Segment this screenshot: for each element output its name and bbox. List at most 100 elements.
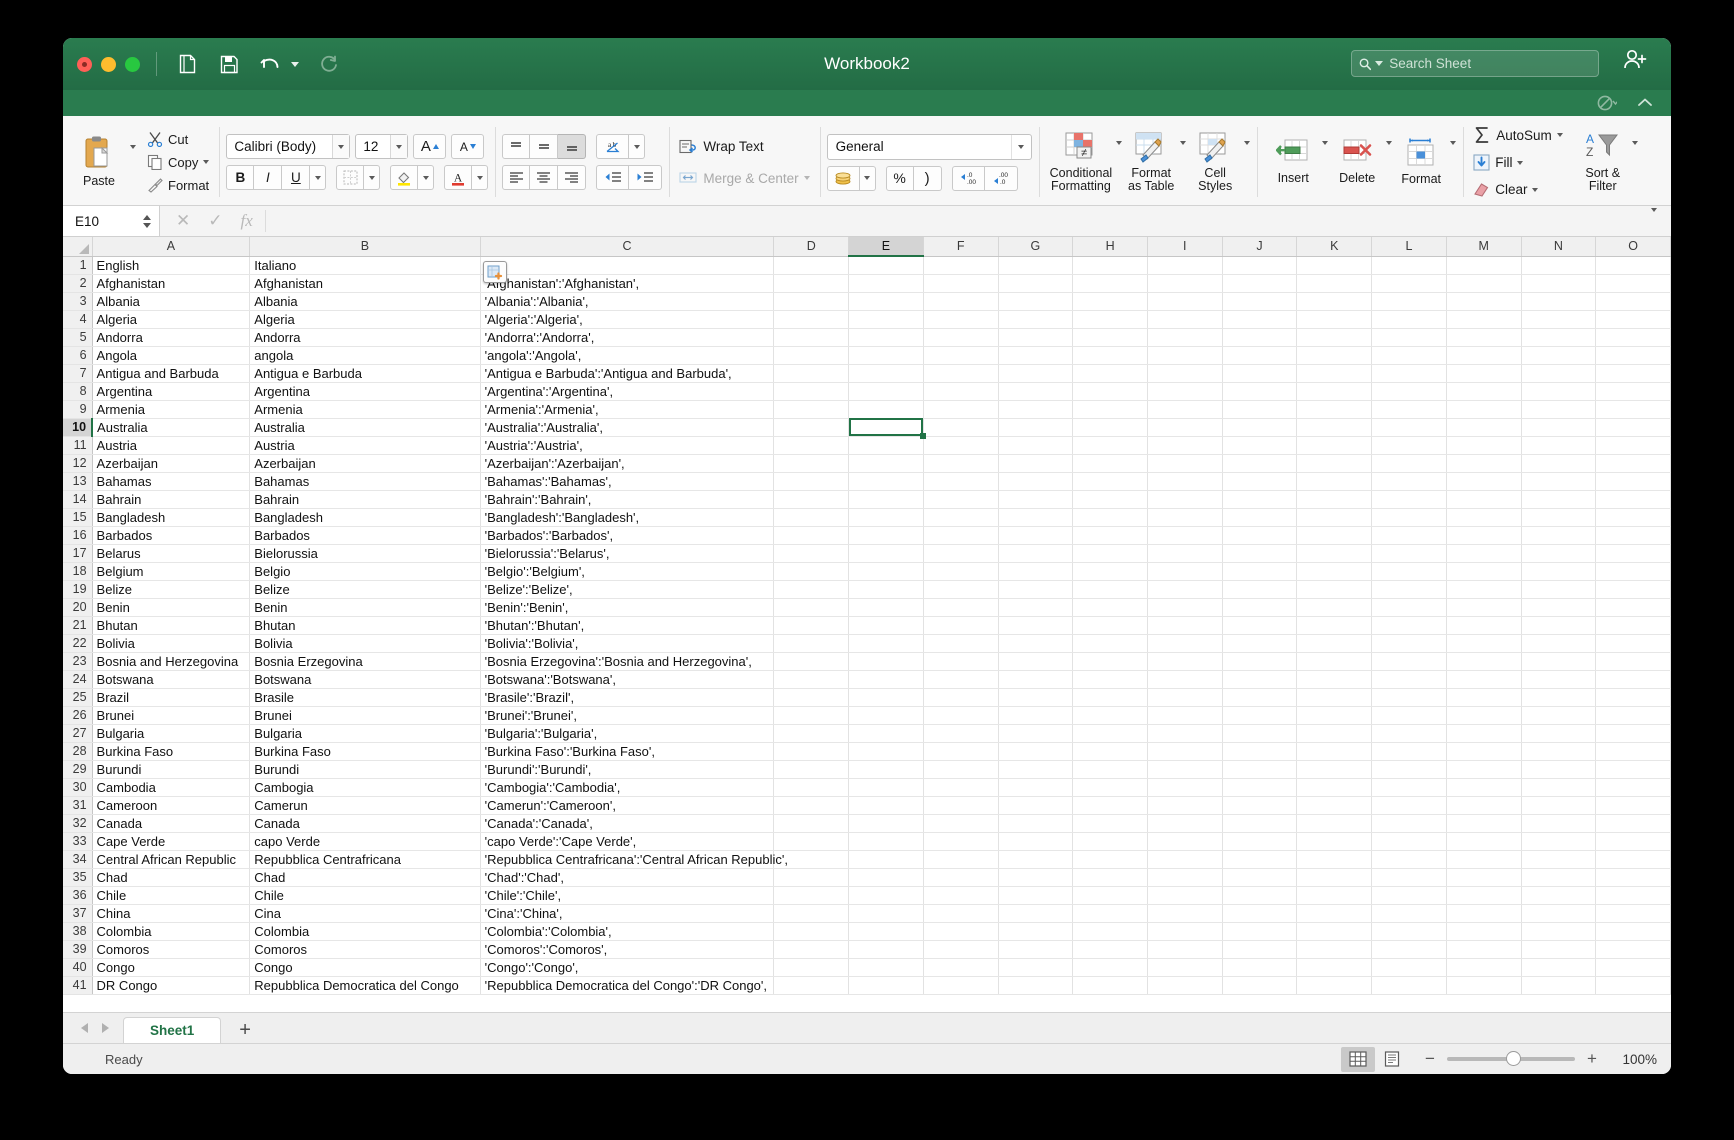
cell-A13[interactable]: Bahamas <box>92 472 251 491</box>
table-row[interactable]: 9 Armenia Armenia 'Armenia':'Armenia', <box>63 400 1671 419</box>
row-header-12[interactable]: 12 <box>63 454 93 473</box>
cell-A6[interactable]: Angola <box>92 346 251 365</box>
cell-M34[interactable] <box>1446 850 1522 869</box>
cell-G35[interactable] <box>998 868 1074 887</box>
cell-G21[interactable] <box>998 616 1074 635</box>
row-header-7[interactable]: 7 <box>63 364 93 383</box>
cell-G40[interactable] <box>998 958 1074 977</box>
column-header-e[interactable]: E <box>848 237 924 257</box>
cell-K8[interactable] <box>1296 382 1373 401</box>
cell-K17[interactable] <box>1296 544 1373 563</box>
table-row[interactable]: 27 Bulgaria Bulgaria 'Bulgaria':'Bulgaria', <box>63 724 1671 743</box>
row-header-19[interactable]: 19 <box>63 580 93 599</box>
table-row[interactable]: 13 Bahamas Bahamas 'Bahamas':'Bahamas', <box>63 472 1671 491</box>
cell-L28[interactable] <box>1371 742 1447 761</box>
cell-G38[interactable] <box>998 922 1074 941</box>
clear-button[interactable]: Clear <box>1470 179 1566 200</box>
cell-H1[interactable] <box>1072 256 1148 275</box>
cell-H28[interactable] <box>1072 742 1148 761</box>
cell-E9[interactable] <box>848 400 924 419</box>
cell-M38[interactable] <box>1446 922 1522 941</box>
table-row[interactable]: 29 Burundi Burundi 'Burundi':'Burundi', <box>63 760 1671 779</box>
cell-N2[interactable] <box>1521 274 1597 293</box>
cell-B23[interactable]: Bosnia Erzegovina <box>249 652 481 671</box>
cell-D11[interactable] <box>773 436 850 455</box>
table-row[interactable]: 33 Cape Verde capo Verde'capo Verde':'Cape… <box>63 832 1671 851</box>
font-color-button[interactable]: A <box>444 165 473 190</box>
cell-K32[interactable] <box>1296 814 1373 833</box>
cell-N8[interactable] <box>1521 382 1597 401</box>
cell-K7[interactable] <box>1296 364 1373 383</box>
cell-D9[interactable] <box>773 400 850 419</box>
cell-O9[interactable] <box>1595 400 1671 419</box>
cell-E26[interactable] <box>848 706 924 725</box>
cell-B27[interactable]: Bulgaria <box>249 724 481 743</box>
cell-M5[interactable] <box>1446 328 1522 347</box>
add-sheet-button[interactable]: + <box>221 1017 269 1043</box>
cell-O26[interactable] <box>1595 706 1671 725</box>
cell-H7[interactable] <box>1072 364 1148 383</box>
cell-H24[interactable] <box>1072 670 1148 689</box>
table-row[interactable]: 26 Brunei Brunei 'Brunei':'Brunei', <box>63 706 1671 725</box>
row-header-32[interactable]: 32 <box>63 814 93 833</box>
table-row[interactable]: 23 Bosnia and Herzegovina Bosnia Erzegovin… <box>63 652 1671 671</box>
cell-N27[interactable] <box>1521 724 1597 743</box>
cell-K15[interactable] <box>1296 508 1373 527</box>
cell-I28[interactable] <box>1147 742 1223 761</box>
cell-I9[interactable] <box>1147 400 1223 419</box>
paste-options-badge[interactable] <box>483 261 507 283</box>
cell-G29[interactable] <box>998 760 1074 779</box>
cell-O32[interactable] <box>1595 814 1671 833</box>
cell-M22[interactable] <box>1446 634 1522 653</box>
cell-L36[interactable] <box>1371 886 1447 905</box>
cell-A15[interactable]: Bangladesh <box>92 508 251 527</box>
cell-D8[interactable] <box>773 382 850 401</box>
cell-L15[interactable] <box>1371 508 1447 527</box>
cell-L26[interactable] <box>1371 706 1447 725</box>
cell-I3[interactable] <box>1147 292 1223 311</box>
row-header-3[interactable]: 3 <box>63 292 93 311</box>
cell-O7[interactable] <box>1595 364 1671 383</box>
cell-G22[interactable] <box>998 634 1074 653</box>
cell-G2[interactable] <box>998 274 1074 293</box>
cell-J30[interactable] <box>1222 778 1298 797</box>
cell-D22[interactable] <box>773 634 850 653</box>
row-header-29[interactable]: 29 <box>63 760 93 779</box>
cell-M30[interactable] <box>1446 778 1522 797</box>
cell-A24[interactable]: Botswana <box>92 670 251 689</box>
cell-F21[interactable] <box>923 616 999 635</box>
cell-I13[interactable] <box>1147 472 1223 491</box>
decrease-font-size-button[interactable]: A <box>451 134 485 159</box>
table-row[interactable]: 24 Botswana Botswana 'Botswana':'Botswana', <box>63 670 1671 689</box>
cell-O37[interactable] <box>1595 904 1671 923</box>
cell-A5[interactable]: Andorra <box>92 328 251 347</box>
cell-M25[interactable] <box>1446 688 1522 707</box>
cell-G19[interactable] <box>998 580 1074 599</box>
cell-N24[interactable] <box>1521 670 1597 689</box>
cell-M28[interactable] <box>1446 742 1522 761</box>
cell-N7[interactable] <box>1521 364 1597 383</box>
cell-L32[interactable] <box>1371 814 1447 833</box>
row-header-9[interactable]: 9 <box>63 400 93 419</box>
cell-D13[interactable] <box>773 472 850 491</box>
cell-D30[interactable] <box>773 778 850 797</box>
cell-G9[interactable] <box>998 400 1074 419</box>
table-row[interactable]: 2 Afghanistan Afghanistan 'Afghanistan':'Af… <box>63 274 1671 293</box>
cell-F30[interactable] <box>923 778 999 797</box>
fill-button[interactable]: Fill <box>1470 152 1566 173</box>
cell-J5[interactable] <box>1222 328 1298 347</box>
cell-C9[interactable]: 'Armenia':'Armenia', <box>480 400 775 419</box>
cell-C21[interactable]: 'Bhutan':'Bhutan', <box>480 616 775 635</box>
cell-G4[interactable] <box>998 310 1074 329</box>
cell-B36[interactable]: Chile <box>249 886 481 905</box>
cell-N10[interactable] <box>1521 418 1597 437</box>
font-family-select[interactable]: Calibri (Body) <box>226 134 351 159</box>
cell-H35[interactable] <box>1072 868 1148 887</box>
table-row[interactable]: 16 Barbados Barbados 'Barbados':'Barbados', <box>63 526 1671 545</box>
cell-H26[interactable] <box>1072 706 1148 725</box>
cell-D10[interactable] <box>773 418 850 437</box>
cell-N38[interactable] <box>1521 922 1597 941</box>
cell-E16[interactable] <box>848 526 924 545</box>
cell-F4[interactable] <box>923 310 999 329</box>
fill-dropdown-icon[interactable] <box>1517 160 1524 165</box>
